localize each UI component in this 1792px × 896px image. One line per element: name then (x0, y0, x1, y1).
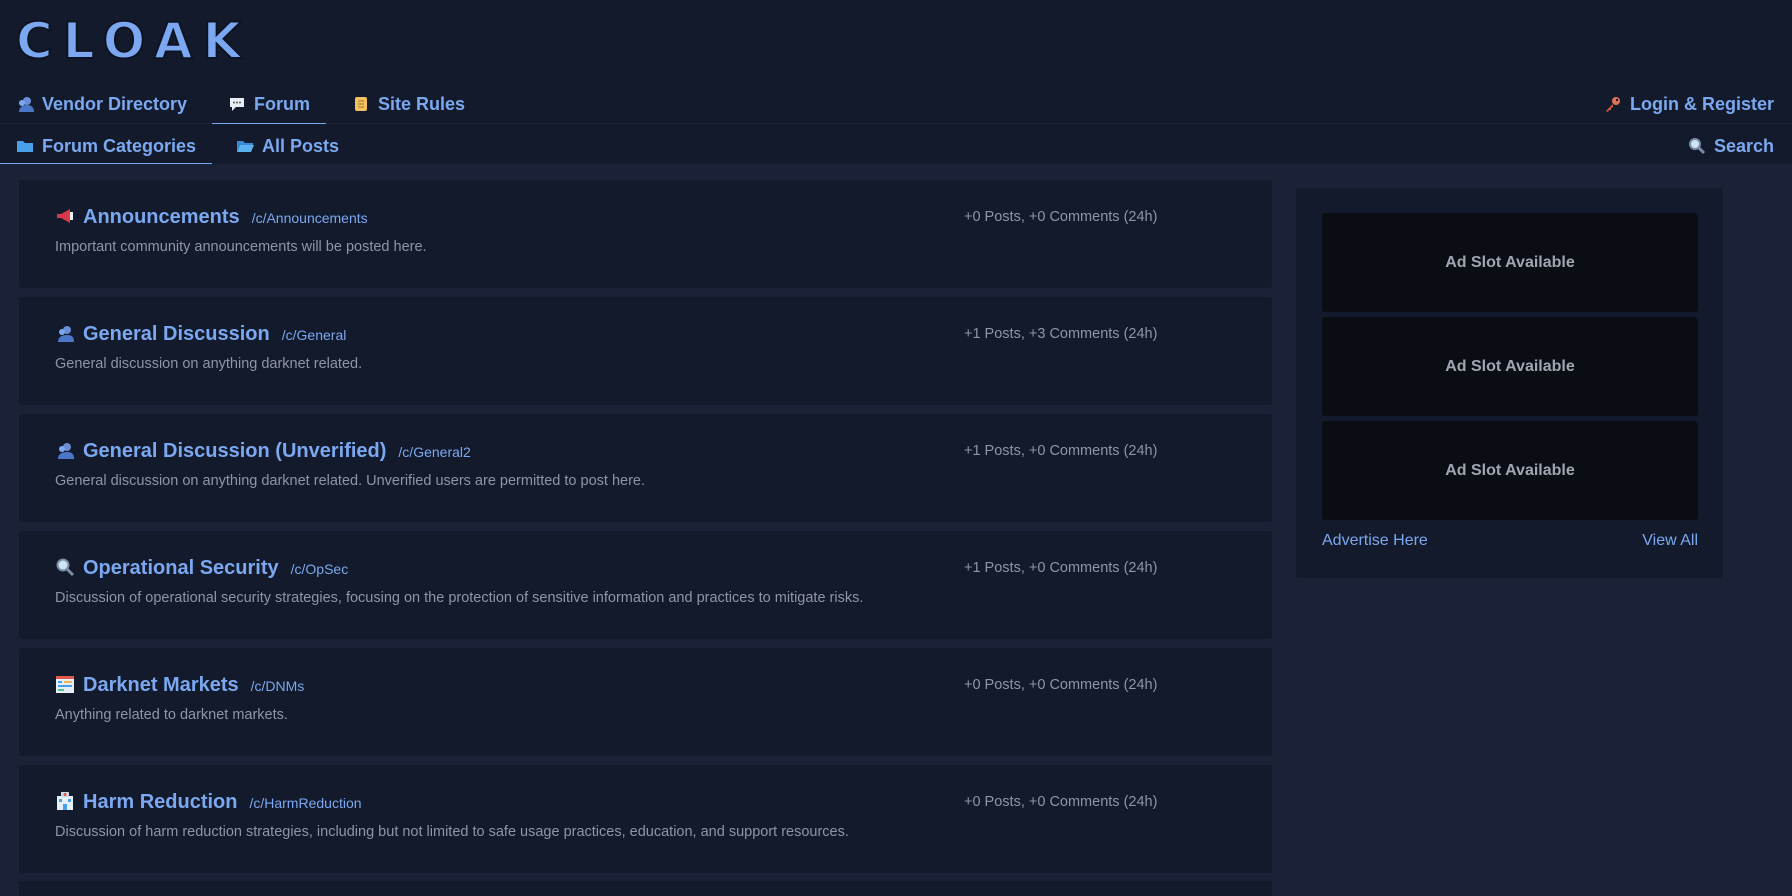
nav-site-rules-label: Site Rules (378, 94, 466, 114)
ad-slot[interactable]: Ad Slot Available (1322, 421, 1698, 520)
category-stats: +1 Posts, +0 Comments (24h) (964, 560, 1158, 576)
nav-vendor-directory-label: Vendor Directory (42, 94, 188, 114)
ad-slot-label: Ad Slot Available (1445, 461, 1575, 479)
nav-login-register-label: Login & Register (1630, 94, 1775, 114)
tab-all-posts[interactable]: All Posts (236, 128, 339, 164)
nav-site-rules[interactable]: Site Rules (352, 86, 465, 124)
nav-forum-label: Forum (254, 94, 310, 114)
category-name: General Discussion (83, 323, 270, 345)
ad-slot-label: Ad Slot Available (1445, 357, 1575, 375)
ad-slot[interactable]: Ad Slot Available (1322, 213, 1698, 312)
category-card-dnms[interactable]: Darknet Markets /c/DNMs +0 Posts, +0 Com… (19, 648, 1272, 756)
tab-all-posts-label: All Posts (262, 136, 340, 156)
category-name: Harm Reduction (83, 791, 238, 813)
category-name: General Discussion (Unverified) (83, 440, 387, 462)
top-bar: CLOAK Vendor Directory Forum Site Rules (0, 0, 1792, 164)
speech-bubble-icon (230, 98, 244, 111)
vendor-icon (19, 97, 34, 112)
user-icon (58, 326, 74, 342)
category-description: General discussion on anything darknet r… (55, 356, 363, 372)
scroll-icon (355, 97, 367, 111)
nav-login-register[interactable]: Login & Register (1604, 86, 1774, 124)
view-all-link[interactable]: View All (1642, 532, 1698, 550)
category-stats: +0 Posts, +0 Comments (24h) (964, 677, 1158, 693)
category-stats: +1 Posts, +0 Comments (24h) (964, 443, 1158, 459)
category-title[interactable]: Darknet Markets /c/DNMs (83, 674, 304, 697)
category-title[interactable]: Operational Security /c/OpSec (83, 557, 348, 580)
hospital-icon (57, 792, 73, 810)
category-title[interactable]: General Discussion (Unverified) /c/Gener… (83, 440, 471, 463)
magnifier-icon (56, 558, 75, 577)
category-name: Operational Security (83, 557, 279, 579)
category-description: General discussion on anything darknet r… (55, 473, 645, 489)
nav-forum[interactable]: Forum (212, 86, 326, 124)
cloak-logo[interactable]: CLOAK (16, 14, 256, 64)
category-card-opsec[interactable]: Operational Security /c/OpSec +1 Posts, … (19, 531, 1272, 639)
category-slug[interactable]: /c/General (282, 327, 347, 343)
open-folder-icon (237, 141, 254, 152)
user-icon (58, 443, 74, 459)
ad-slot[interactable]: Ad Slot Available (1322, 317, 1698, 416)
tab-forum-categories-label: Forum Categories (42, 136, 197, 156)
key-icon (1606, 97, 1620, 112)
ad-sidebar: Ad Slot Available Ad Slot Available Ad S… (1296, 188, 1723, 578)
ad-slot-label: Ad Slot Available (1445, 253, 1575, 271)
market-icon (56, 676, 74, 693)
category-name: Announcements (83, 206, 240, 228)
category-card-announcements[interactable]: Announcements /c/Announcements +0 Posts,… (19, 180, 1272, 288)
category-title[interactable]: General Discussion /c/General (83, 323, 346, 346)
category-stats: +1 Posts, +3 Comments (24h) (964, 326, 1158, 342)
category-name: Darknet Markets (83, 674, 239, 696)
tab-forum-categories[interactable]: Forum Categories (0, 128, 213, 164)
search-link[interactable]: Search (1688, 128, 1774, 164)
advertise-here-link[interactable]: Advertise Here (1322, 532, 1428, 550)
category-title[interactable]: Announcements /c/Announcements (83, 206, 368, 229)
svg-text:CLOAK: CLOAK (16, 14, 251, 64)
category-card-next-partial (19, 881, 1272, 896)
category-title[interactable]: Harm Reduction /c/HarmReduction (83, 791, 362, 814)
category-stats: +0 Posts, +0 Comments (24h) (964, 209, 1158, 225)
category-stats: +0 Posts, +0 Comments (24h) (964, 794, 1158, 810)
category-card-general-unverified[interactable]: General Discussion (Unverified) /c/Gener… (19, 414, 1272, 522)
sub-nav: Forum Categories All Posts Search (0, 128, 1792, 164)
folder-icon (17, 141, 33, 152)
category-description: Anything related to darknet markets. (55, 707, 288, 723)
category-slug[interactable]: /c/General2 (398, 444, 470, 460)
search-link-label: Search (1714, 136, 1775, 156)
category-slug[interactable]: /c/Announcements (252, 210, 368, 226)
category-description: Discussion of operational security strat… (55, 590, 864, 606)
category-slug[interactable]: /c/DNMs (251, 678, 305, 694)
category-slug[interactable]: /c/HarmReduction (249, 795, 361, 811)
category-description: Discussion of harm reduction strategies,… (55, 824, 849, 840)
magnifier-icon (1689, 138, 1706, 155)
category-card-general[interactable]: General Discussion /c/General +1 Posts, … (19, 297, 1272, 405)
nav-vendor-directory[interactable]: Vendor Directory (16, 86, 187, 124)
megaphone-icon (57, 209, 73, 223)
category-card-harm-reduction[interactable]: Harm Reduction /c/HarmReduction +0 Posts… (19, 765, 1272, 873)
main-nav: Vendor Directory Forum Site Rules Login … (0, 86, 1792, 124)
category-description: Important community announcements will b… (55, 239, 427, 255)
category-slug[interactable]: /c/OpSec (291, 561, 349, 577)
